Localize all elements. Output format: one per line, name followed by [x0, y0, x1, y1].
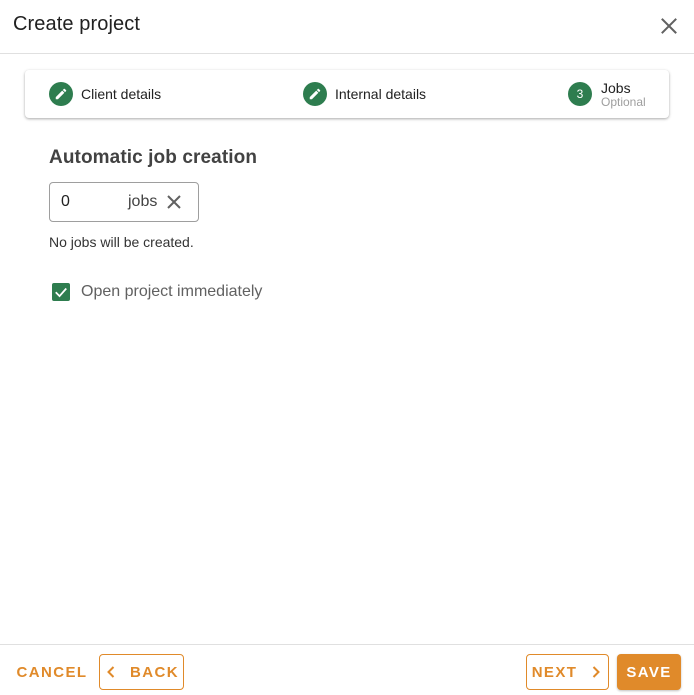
dialog-footer: CANCEL BACK NEXT SAVE — [0, 644, 694, 695]
step-jobs[interactable]: 3 Jobs Optional — [568, 70, 646, 118]
open-immediately-option[interactable]: Open project immediately — [52, 283, 262, 301]
next-label: NEXT — [531, 663, 578, 681]
back-label: BACK — [130, 663, 179, 681]
cancel-button[interactable]: CANCEL — [12, 654, 92, 690]
open-immediately-label: Open project immediately — [81, 283, 263, 300]
step-label: Client details — [81, 86, 162, 102]
step-label-group: Jobs Optional — [601, 81, 646, 108]
pencil-icon — [303, 82, 327, 106]
stepper: Client details Internal details 3 Jobs O… — [25, 70, 669, 118]
dialog-header: Create project — [0, 0, 694, 54]
jobs-count-field: jobs — [49, 182, 199, 222]
step-label: Internal details — [335, 86, 427, 102]
clear-icon[interactable] — [164, 192, 184, 212]
step-number: 3 — [568, 82, 592, 106]
step-internal-details[interactable]: Internal details — [303, 70, 426, 118]
close-icon[interactable] — [657, 14, 681, 38]
next-button[interactable]: NEXT — [526, 654, 609, 690]
jobs-hint: No jobs will be created. — [49, 234, 194, 250]
save-label: SAVE — [626, 663, 672, 681]
step-label: Jobs — [601, 79, 631, 96]
jobs-suffix: jobs — [128, 193, 158, 210]
check-icon — [55, 287, 67, 298]
pencil-icon — [49, 82, 73, 106]
chevron-left-icon — [107, 666, 115, 678]
step-sublabel: Optional — [601, 94, 646, 109]
chevron-right-icon — [593, 666, 601, 678]
back-button[interactable]: BACK — [99, 654, 184, 690]
open-immediately-checkbox[interactable] — [52, 283, 70, 301]
step-client-details[interactable]: Client details — [49, 70, 161, 118]
dialog-title: Create project — [13, 13, 141, 35]
cancel-label: CANCEL — [16, 663, 88, 681]
section-title: Automatic job creation — [49, 147, 258, 168]
save-button[interactable]: SAVE — [617, 654, 681, 690]
jobs-count-input[interactable] — [61, 193, 123, 211]
